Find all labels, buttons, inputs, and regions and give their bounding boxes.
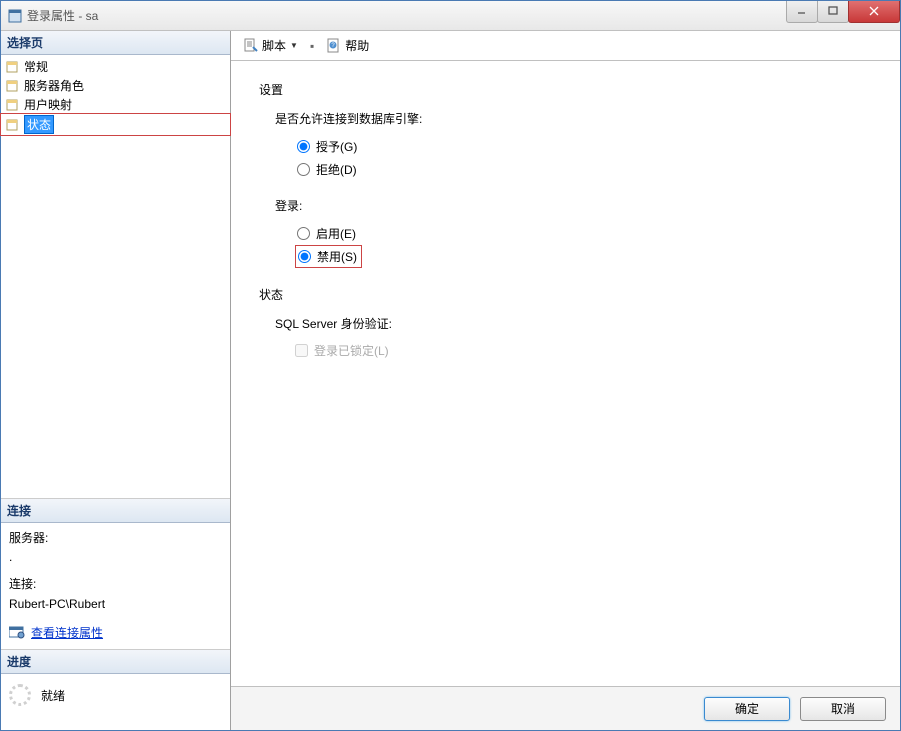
radio-enable[interactable]: 启用(E) xyxy=(295,222,876,245)
nav-label: 状态 xyxy=(24,115,54,134)
radio-grant-label: 授予(G) xyxy=(316,138,357,155)
radio-disable-input[interactable] xyxy=(298,250,311,263)
help-icon: ? xyxy=(326,38,342,54)
locked-label: 登录已锁定(L) xyxy=(314,342,389,359)
settings-header: 设置 xyxy=(259,81,876,98)
help-button[interactable]: ? 帮助 xyxy=(322,35,373,56)
page-icon xyxy=(5,59,21,75)
connection-body: 服务器: . 连接: Rubert-PC\Rubert 查看连接属性 xyxy=(1,523,230,649)
nav-label: 常规 xyxy=(24,58,48,75)
nav-label: 服务器角色 xyxy=(24,77,84,94)
nav-label: 用户映射 xyxy=(24,96,72,113)
server-value: . xyxy=(9,548,222,567)
page-icon xyxy=(5,117,21,133)
nav-item-general[interactable]: 常规 xyxy=(1,57,230,76)
radio-deny[interactable]: 拒绝(D) xyxy=(295,158,876,181)
script-button[interactable]: 脚本 ▼ xyxy=(239,35,302,56)
script-icon xyxy=(243,38,259,54)
radio-enable-input[interactable] xyxy=(297,227,310,240)
dialog-footer: 确定 取消 xyxy=(231,686,900,730)
nav-list: 常规 服务器角色 用户映射 状态 xyxy=(1,55,230,498)
radio-grant[interactable]: 授予(G) xyxy=(295,135,876,158)
left-sidebar: 选择页 常规 服务器角色 用户映射 状态 xyxy=(1,31,231,730)
cancel-button[interactable]: 取消 xyxy=(800,697,886,721)
window-title: 登录属性 - sa xyxy=(27,7,787,24)
status-header: 状态 xyxy=(259,286,876,303)
window-controls xyxy=(787,1,900,23)
radio-enable-label: 启用(E) xyxy=(316,225,356,242)
radio-disable-label: 禁用(S) xyxy=(317,248,357,265)
toolbar-separator: ▪ xyxy=(310,39,314,53)
radio-disable[interactable]: 禁用(S) xyxy=(295,245,362,268)
dialog-window: 登录属性 - sa 选择页 常规 服务器角色 xyxy=(0,0,901,731)
nav-item-user-mapping[interactable]: 用户映射 xyxy=(1,95,230,114)
locked-checkbox xyxy=(295,344,308,357)
nav-item-status[interactable]: 状态 xyxy=(1,114,230,135)
login-radio-group: 启用(E) 禁用(S) xyxy=(295,222,876,268)
script-label: 脚本 xyxy=(262,37,286,54)
help-label: 帮助 xyxy=(345,37,369,54)
progress-status: 就绪 xyxy=(41,687,65,704)
page-icon xyxy=(5,97,21,113)
server-label: 服务器: xyxy=(9,529,222,548)
permission-radio-group: 授予(G) 拒绝(D) xyxy=(295,135,876,181)
app-icon xyxy=(7,8,23,24)
maximize-button[interactable] xyxy=(817,1,849,23)
ok-button[interactable]: 确定 xyxy=(704,697,790,721)
close-button[interactable] xyxy=(848,1,900,23)
select-page-header: 选择页 xyxy=(1,31,230,55)
nav-item-server-roles[interactable]: 服务器角色 xyxy=(1,76,230,95)
sql-auth-label: SQL Server 身份验证: xyxy=(275,315,876,332)
radio-deny-input[interactable] xyxy=(297,163,310,176)
radio-deny-label: 拒绝(D) xyxy=(316,161,357,178)
content-area: 设置 是否允许连接到数据库引擎: 授予(G) 拒绝(D) 登录: xyxy=(231,61,900,686)
titlebar: 登录属性 - sa xyxy=(1,1,900,31)
progress-header: 进度 xyxy=(1,650,230,674)
dropdown-arrow-icon: ▼ xyxy=(290,41,298,50)
login-header: 登录: xyxy=(275,197,876,214)
conn-label: 连接: xyxy=(9,575,222,594)
page-icon xyxy=(5,78,21,94)
permission-question: 是否允许连接到数据库引擎: xyxy=(275,110,876,127)
properties-icon xyxy=(9,625,27,641)
view-connection-properties-link[interactable]: 查看连接属性 xyxy=(31,624,103,643)
spinner-icon xyxy=(9,684,31,706)
connection-header: 连接 xyxy=(1,499,230,523)
locked-checkbox-row: 登录已锁定(L) xyxy=(295,342,876,359)
toolbar: 脚本 ▼ ▪ ? 帮助 xyxy=(231,31,900,61)
conn-value: Rubert-PC\Rubert xyxy=(9,595,222,614)
minimize-button[interactable] xyxy=(786,1,818,23)
radio-grant-input[interactable] xyxy=(297,140,310,153)
right-panel: 脚本 ▼ ▪ ? 帮助 设置 是否允许连接到数据库引擎: 授予(G) xyxy=(231,31,900,730)
